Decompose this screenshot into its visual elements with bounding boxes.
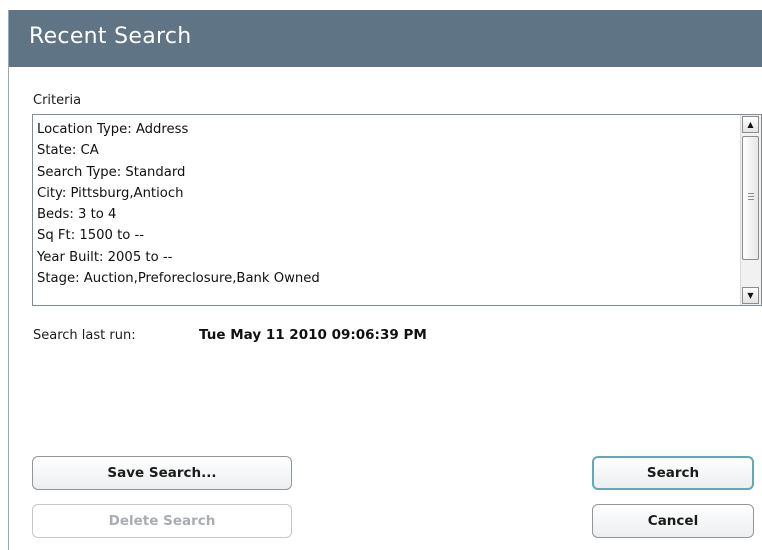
scroll-up-arrow-icon[interactable]: ▲ — [742, 116, 759, 133]
dialog-titlebar[interactable]: Recent Search — [9, 10, 762, 67]
criteria-line-search-type[interactable]: Search Type: Standard — [37, 162, 737, 183]
criteria-line-state[interactable]: State: CA — [37, 140, 737, 161]
delete-search-button[interactable]: Delete Search — [32, 504, 292, 538]
save-search-button[interactable]: Save Search... — [32, 456, 292, 490]
scrollbar-grip-icon — [748, 193, 754, 202]
criteria-line-year-built[interactable]: Year Built: 2005 to -- — [37, 247, 737, 268]
criteria-label: Criteria — [33, 93, 82, 108]
criteria-line-beds[interactable]: Beds: 3 to 4 — [37, 204, 737, 225]
criteria-line-sqft[interactable]: Sq Ft: 1500 to -- — [37, 225, 737, 246]
criteria-listbox[interactable]: Location Type: Address State: CA Search … — [32, 114, 762, 306]
last-run-value: Tue May 11 2010 09:06:39 PM — [199, 327, 427, 343]
scroll-down-arrow-icon[interactable]: ▼ — [742, 287, 759, 304]
last-run-label: Search last run: — [33, 328, 136, 343]
criteria-line-stage[interactable]: Stage: Auction,Preforeclosure,Bank Owned — [37, 268, 737, 289]
criteria-lines: Location Type: Address State: CA Search … — [37, 119, 737, 289]
search-button[interactable]: Search — [592, 456, 754, 490]
dialog-title: Recent Search — [29, 24, 192, 49]
criteria-line-location-type[interactable]: Location Type: Address — [37, 119, 737, 140]
criteria-line-city[interactable]: City: Pittsburg,Antioch — [37, 183, 737, 204]
scrollbar-thumb[interactable] — [742, 136, 759, 260]
criteria-scrollbar[interactable]: ▲ ▼ — [740, 115, 761, 305]
cancel-button[interactable]: Cancel — [592, 504, 754, 538]
recent-search-dialog: Recent Search Criteria Location Type: Ad… — [8, 10, 762, 550]
